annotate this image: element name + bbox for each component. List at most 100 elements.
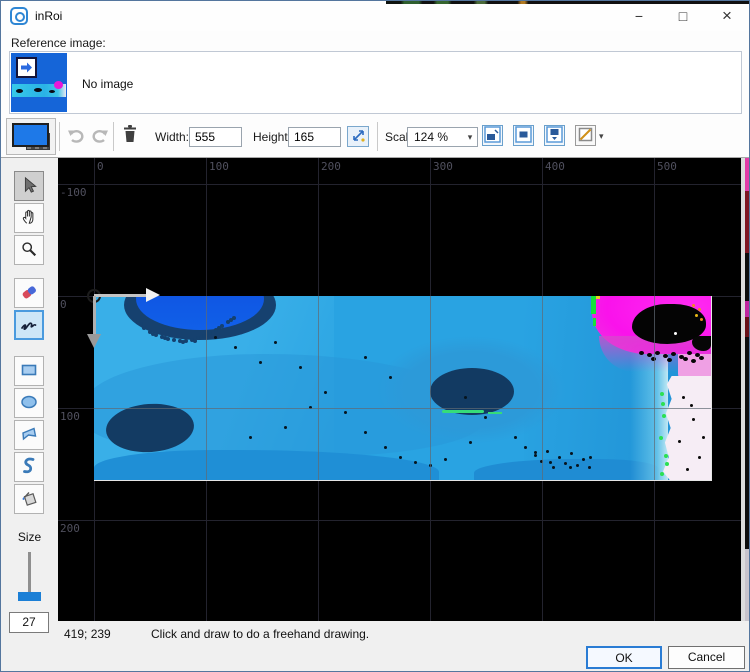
ellipse-icon bbox=[19, 393, 39, 414]
actual-size-icon bbox=[515, 125, 532, 146]
fit-width-button[interactable] bbox=[544, 125, 565, 146]
fill-bucket-icon bbox=[19, 488, 39, 511]
eraser-icon bbox=[19, 282, 39, 305]
image-detail bbox=[674, 332, 677, 335]
close-button[interactable]: × bbox=[705, 1, 749, 31]
grid-line bbox=[58, 184, 741, 185]
width-label: Width: bbox=[155, 130, 190, 144]
image-speckles bbox=[639, 351, 644, 355]
maximize-button[interactable]: □ bbox=[661, 1, 705, 31]
delete-button[interactable] bbox=[119, 124, 141, 146]
image-detail bbox=[488, 412, 502, 414]
grid-line bbox=[58, 520, 741, 521]
undo-icon bbox=[66, 126, 86, 147]
image-detail bbox=[593, 318, 596, 326]
rectangle-icon bbox=[19, 361, 39, 382]
sliver-segment bbox=[745, 337, 749, 549]
no-color-dropdown-arrow[interactable]: ▾ bbox=[599, 131, 604, 142]
status-hint: Click and draw to do a freehand drawing. bbox=[151, 627, 370, 641]
height-input[interactable] bbox=[288, 127, 341, 147]
ruler-tick-label: 500 bbox=[657, 160, 677, 173]
chevron-down-icon: ▾ bbox=[467, 131, 473, 142]
minimize-button[interactable]: − bbox=[617, 1, 661, 31]
image-speckles bbox=[136, 320, 140, 324]
width-input[interactable] bbox=[189, 127, 242, 147]
reference-image-label: Reference image: bbox=[11, 36, 106, 50]
tool-ellipse-button[interactable] bbox=[14, 388, 44, 418]
freehand-scribble-icon bbox=[19, 315, 39, 336]
tool-pan-button[interactable] bbox=[14, 203, 44, 233]
ruler-tick-label: 300 bbox=[433, 160, 453, 173]
x-axis-arrowhead-icon bbox=[146, 288, 160, 302]
cursor-arrow-icon bbox=[20, 176, 38, 197]
height-label: Height: bbox=[253, 130, 292, 144]
grid-line bbox=[94, 408, 711, 409]
cancel-button[interactable]: Cancel bbox=[668, 646, 745, 669]
fit-to-window-button[interactable] bbox=[482, 125, 503, 146]
image-speckles bbox=[524, 446, 527, 449]
tool-fill-button[interactable] bbox=[14, 484, 44, 514]
tool-eraser-button[interactable] bbox=[14, 278, 44, 308]
ok-button[interactable]: OK bbox=[586, 646, 662, 669]
sliver-segment bbox=[745, 317, 749, 337]
ruler-tick-label: 100 bbox=[209, 160, 229, 173]
grid-line bbox=[206, 296, 207, 480]
sliver-segment bbox=[745, 301, 749, 317]
tool-lasso-button[interactable] bbox=[14, 452, 44, 482]
ruler-tick-label: 0 bbox=[60, 298, 67, 311]
size-slider-track[interactable] bbox=[28, 552, 31, 596]
resize-image-button[interactable] bbox=[347, 126, 369, 147]
sliver-segment bbox=[745, 549, 749, 621]
no-image-text: No image bbox=[82, 77, 134, 91]
sliver-segment bbox=[745, 158, 749, 191]
thumbnail-strip bbox=[12, 81, 66, 97]
sliver-segment bbox=[745, 191, 749, 253]
actual-size-button[interactable] bbox=[513, 125, 534, 146]
reference-thumbnail[interactable] bbox=[11, 53, 67, 112]
tool-freehand-button[interactable] bbox=[14, 310, 44, 340]
lasso-icon bbox=[19, 456, 39, 479]
size-slider-thumb[interactable] bbox=[18, 592, 41, 601]
tool-rectangle-button[interactable] bbox=[14, 356, 44, 386]
polygon-icon bbox=[19, 425, 39, 446]
fit-to-window-icon bbox=[484, 125, 501, 146]
tools-panel: Size 27 bbox=[1, 158, 58, 641]
ruler-tick-label: 200 bbox=[321, 160, 341, 173]
fit-width-icon bbox=[546, 125, 563, 146]
titlebar[interactable]: inRoi − □ × bbox=[1, 1, 749, 31]
size-label: Size bbox=[17, 530, 42, 544]
no-color-button[interactable] bbox=[575, 125, 596, 146]
window-controls: − □ × bbox=[617, 1, 749, 31]
scale-value: 124 % bbox=[414, 130, 449, 144]
scale-dropdown[interactable]: 124 % ▾ bbox=[407, 127, 478, 147]
size-value: 27 bbox=[9, 612, 49, 633]
tool-zoom-button[interactable] bbox=[14, 235, 44, 265]
x-axis-arrow-icon bbox=[94, 294, 146, 297]
image-region bbox=[94, 450, 439, 480]
magnifier-icon bbox=[20, 240, 38, 261]
inroi-dialog: inRoi − □ × Reference image: No image Wi… bbox=[0, 0, 750, 672]
toolbar: Width: Height: Scale: 124 % ▾ bbox=[1, 116, 749, 158]
grid-line bbox=[430, 296, 431, 480]
app-icon bbox=[10, 7, 28, 25]
ruler-tick-label: 0 bbox=[97, 160, 104, 173]
drawing-canvas[interactable]: 0 100 200 300 400 500 -100 0 100 200 bbox=[58, 158, 741, 621]
hand-icon bbox=[20, 208, 38, 229]
image-detail bbox=[596, 296, 600, 299]
trash-icon bbox=[121, 124, 139, 147]
window-title: inRoi bbox=[35, 9, 63, 23]
color-swatch-button[interactable] bbox=[6, 118, 56, 155]
roi-image-preview[interactable] bbox=[94, 296, 711, 480]
grid-line bbox=[654, 296, 655, 480]
tool-polygon-button[interactable] bbox=[14, 420, 44, 450]
sliver-segment bbox=[745, 253, 749, 301]
ruler-tick-label: 200 bbox=[60, 522, 80, 535]
tool-select-button[interactable] bbox=[14, 171, 44, 201]
y-axis-arrow-icon bbox=[93, 296, 96, 334]
reference-image-panel[interactable]: No image bbox=[9, 51, 742, 114]
grid-line bbox=[318, 296, 319, 480]
arrow-right-icon bbox=[16, 57, 37, 78]
undo-button[interactable] bbox=[65, 125, 87, 147]
image-speckles bbox=[692, 304, 695, 307]
redo-button[interactable] bbox=[89, 125, 111, 147]
